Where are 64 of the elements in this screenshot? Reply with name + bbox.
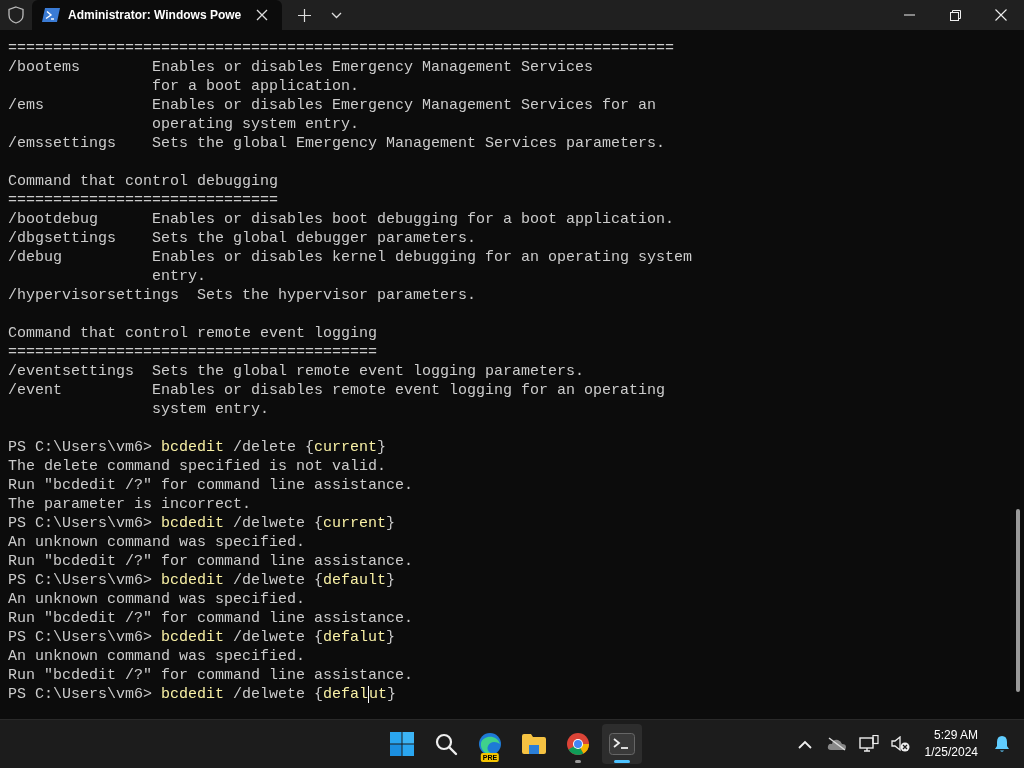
network-icon — [858, 735, 879, 753]
terminal-icon — [609, 733, 635, 755]
option-description: entry. — [152, 267, 207, 286]
terminal-line: Command that control debugging — [8, 172, 280, 191]
option-description: Enables or disables boot debugging for a boot application. — [152, 210, 675, 229]
terminal-line: Run "bcdedit /?" for command line assistance. — [8, 666, 415, 685]
browser-icon — [478, 732, 502, 756]
volume-muted-icon — [890, 736, 911, 752]
minimize-icon — [903, 14, 915, 16]
option-description: Enables or disables Emergency Management Services for an — [152, 96, 657, 115]
terminal-line: The delete command specified is not valid. — [8, 457, 388, 476]
shield-icon — [8, 6, 24, 24]
command-line: PS C:\Users\vm6> bcdedit /delwete {current} — [8, 514, 397, 533]
command-option: /emssettings — [8, 135, 117, 152]
folder-icon — [521, 733, 547, 755]
command-line: PS C:\Users\vm6> bcdedit /delwete {defalut} — [8, 628, 397, 647]
option-description: Enables or disables Emergency Management Services — [152, 58, 594, 77]
option-description: Sets the hypervisor parameters. — [197, 286, 477, 305]
command-option: /dbgsettings — [8, 230, 117, 247]
command-option: /event — [8, 382, 62, 399]
scrollbar-thumb[interactable] — [1016, 509, 1020, 692]
option-description: Enables or disables remote event logging for an operating — [152, 381, 666, 400]
terminal-line: Run "bcdedit /?" for command line assistance. — [8, 476, 415, 495]
taskbar-app[interactable] — [602, 724, 642, 764]
terminal-line: An unknown command was specified. — [8, 533, 307, 552]
windows-logo-icon — [390, 732, 414, 756]
terminal-line: Run "bcdedit /?" for command line assistance. — [8, 552, 415, 571]
powershell-icon — [42, 8, 60, 22]
chrome-icon — [566, 732, 590, 756]
command-option: /debug — [8, 249, 62, 266]
command-line: PS C:\Users\vm6> bcdedit /delwete {default} — [8, 571, 397, 590]
terminal-line: An unknown command was specified. — [8, 590, 307, 609]
command-option: /bootems — [8, 59, 80, 76]
clock[interactable]: 5:29 AM 1/25/2024 — [918, 727, 984, 761]
command-option: /hypervisorsettings — [8, 287, 180, 304]
command-option: /bootdebug — [8, 211, 98, 228]
terminal-line: Command that control remote event logging — [8, 324, 379, 343]
option-description: Enables or disables kernel debugging for an operating system — [152, 248, 693, 267]
command-line: PS C:\Users\vm6> bcdedit /delwete {defalut} — [8, 685, 398, 704]
restore-icon — [949, 9, 961, 21]
terminal-line: Run "bcdedit /?" for command line assistance. — [8, 609, 415, 628]
command-option: /eventsettings — [8, 363, 135, 380]
option-description: Sets the global Emergency Management Services parameters. — [152, 134, 666, 153]
chevron-up-icon — [797, 739, 812, 749]
terminal-line: ========================================= — [8, 343, 379, 362]
terminal-tab[interactable]: Administrator: Windows Powe — [32, 0, 282, 30]
close-icon — [256, 9, 268, 21]
command-option: /ems — [8, 97, 44, 114]
option-description: system entry. — [152, 400, 270, 419]
command-line: PS C:\Users\vm6> bcdedit /delete {current} — [8, 438, 388, 457]
cloud-off-icon — [826, 737, 847, 751]
option-description: Sets the global remote event logging parameters. — [152, 362, 585, 381]
search-icon — [434, 732, 458, 756]
terminal-line: The parameter is incorrect. — [8, 495, 253, 514]
option-description: Sets the global debugger parameters. — [152, 229, 477, 248]
option-description: for a boot application. — [152, 77, 360, 96]
plus-icon — [297, 8, 311, 22]
option-description: operating system entry. — [152, 115, 360, 134]
close-icon — [995, 9, 1007, 21]
terminal-line: An unknown command was specified. — [8, 647, 307, 666]
bell-icon — [994, 735, 1010, 753]
terminal-line: ============================== — [8, 191, 280, 210]
chevron-down-icon — [330, 11, 342, 19]
terminal-line: ========================================================================== — [8, 39, 676, 58]
